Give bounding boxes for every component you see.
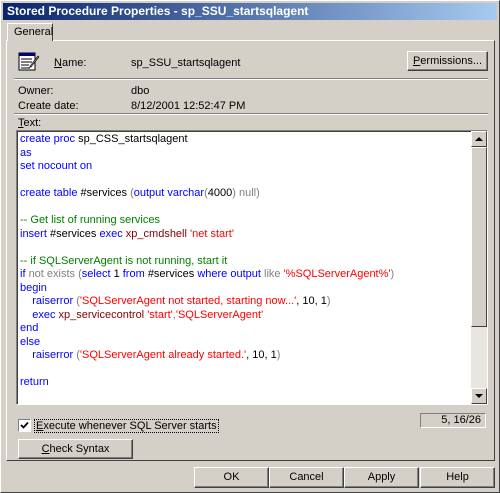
code-token: 'start' [147,308,173,321]
code-token: #services [80,187,131,199]
separator [14,78,488,80]
code-token: -- if SQLServerAgent is not running, sta… [20,254,228,267]
scroll-thumb[interactable] [471,147,487,327]
cancel-button[interactable]: Cancel [269,467,344,488]
code-token: , 10, 1 [246,349,277,361]
permissions-button[interactable]: Permissions... [407,51,488,71]
apply-button[interactable]: Apply [344,467,419,488]
stored-procedure-icon [18,52,40,71]
code-token: 1 [113,268,123,280]
code-token: output [230,268,265,280]
code-token: 'SQLServerAgent not started, starting no… [79,295,297,307]
code-token: begin [20,281,47,294]
code-token: as [20,146,32,159]
vertical-scrollbar[interactable] [471,131,487,404]
code-line: raiserror ('SQLServerAgent already start… [20,349,470,363]
code-token: not exists [28,268,79,280]
code-token: raiserror [20,349,77,361]
code-token: else [20,335,41,348]
code-line: if not exists (select 1 from #services w… [20,268,470,282]
separator [14,113,488,115]
code-token: return [20,376,49,388]
execute-on-start-label[interactable]: Execute whenever SQL Server starts [34,419,219,433]
code-token: #services [147,268,198,280]
code-token: create proc [20,133,79,145]
code-token: 'SQLServerAgent' [175,308,264,321]
arrow-up-icon [475,137,483,141]
owner-value: dbo [131,85,150,97]
execute-on-start-checkbox[interactable] [18,419,31,432]
help-button[interactable]: Help [420,467,495,488]
code-line: raiserror ('SQLServerAgent not started, … [20,295,470,309]
code-token: , 10, 1 [296,295,327,307]
create-date-value: 8/12/2001 12:52:47 PM [131,100,246,112]
code-line: -- if SQLServerAgent is not running, sta… [20,255,470,269]
code-token: where [197,268,231,280]
code-token: 'net start' [190,227,234,240]
create-date-label: Create date: [18,100,79,112]
procedure-text-editor[interactable]: create proc sp_CSS_startsqlagent as set no… [16,130,488,405]
code-line: return [20,376,470,390]
checkmark-icon [20,421,29,429]
code-token: end [20,322,39,334]
ok-button[interactable]: OK [194,467,269,488]
check-syntax-button[interactable]: Check Syntax [18,439,133,459]
code-token: ) [232,187,239,199]
code-token: set nocount on [20,160,93,172]
code-token: 'SQLServerAgent already started.' [79,349,247,361]
code-line: -- Get list of running services [20,214,470,228]
owner-label: Owner: [18,85,54,97]
code-line: set nocount on [20,160,470,174]
code-line: create proc sp_CSS_startsqlagent [20,133,470,147]
code-token: exec [99,227,126,240]
code-token: if [20,268,29,280]
code-token: sp_CSS_startsqlagent [78,133,188,145]
code-token: 4000 [207,187,233,199]
scroll-down-button[interactable] [471,388,487,404]
code-line: else [20,336,470,350]
code-token: null [238,187,257,199]
code-token: '%SQLServerAgent%' [283,268,391,280]
code-area[interactable]: create proc sp_CSS_startsqlagent as set no… [20,133,470,390]
code-token: create table [20,187,81,199]
code-line: begin [20,282,470,296]
code-token: output [133,187,168,199]
text-label: Text: [18,117,42,129]
title-bar[interactable]: Stored Procedure Properties - sp_SSU_sta… [3,3,497,20]
cursor-position: 5, 16/26 [420,413,486,428]
tab-general-label: General [14,26,54,38]
scroll-up-button[interactable] [471,131,487,147]
code-token: #services [49,227,100,240]
tab-general[interactable]: General [7,23,53,41]
code-token: ) [276,349,281,361]
code-token: insert [20,227,50,240]
code-token: like [264,268,284,280]
name-value: sp_SSU_startsqlagent [131,57,241,69]
code-line: create table #services (output varchar(4… [20,187,470,201]
stored-procedure-properties-dialog: Stored Procedure Properties - sp_SSU_sta… [0,0,500,493]
code-token: ) [326,295,331,307]
window-title: Stored Procedure Properties - sp_SSU_sta… [7,4,309,18]
name-label: Name: [54,57,87,69]
code-token: xp_cmdshell [125,227,190,240]
code-line: end [20,322,470,336]
code-line: as [20,147,470,161]
code-line: exec xp_servicecontrol 'start','SQLServe… [20,309,470,323]
code-token: varchar [167,187,205,199]
code-token: ) [256,187,260,199]
code-token: -- Get list of running services [20,214,160,226]
code-token: exec [20,308,59,321]
code-token: xp_servicecontrol [58,308,148,321]
code-line: insert #services exec xp_cmdshell 'net s… [20,228,470,242]
code-token: raiserror [20,295,77,307]
code-token: select [81,268,114,280]
code-token: ) [390,268,395,280]
code-token: from [122,268,148,280]
arrow-down-icon [475,394,483,398]
